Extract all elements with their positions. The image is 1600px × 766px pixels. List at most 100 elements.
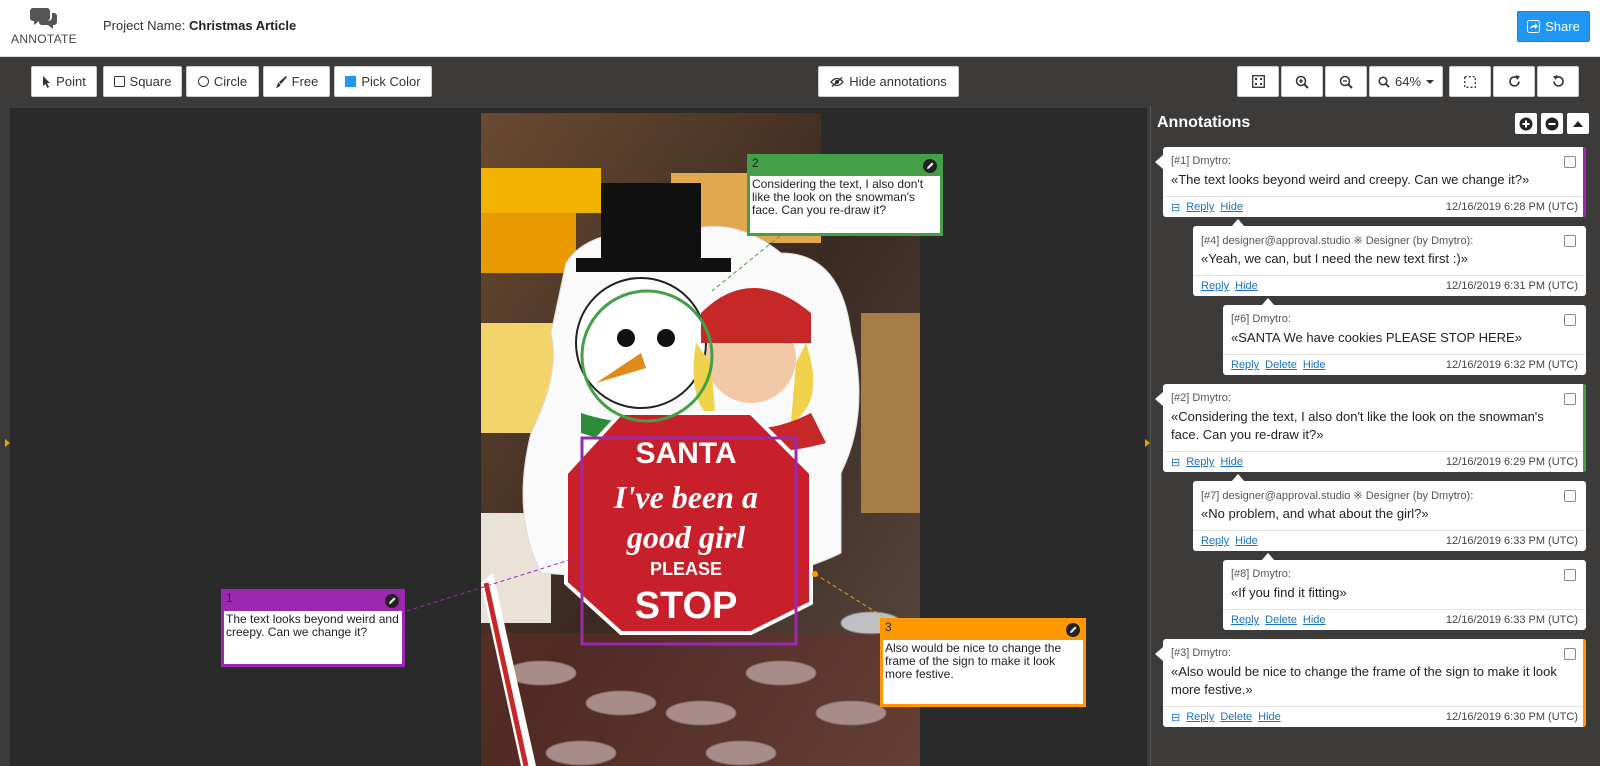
annotation-point-3[interactable] xyxy=(812,571,818,577)
hide-link[interactable]: Hide xyxy=(1220,201,1243,214)
reply-link[interactable]: Reply xyxy=(1231,359,1259,371)
reply-link[interactable]: Reply xyxy=(1186,201,1214,214)
pointer-icon xyxy=(43,75,51,88)
comment-card[interactable]: [#8] Dmytro: «If you find it fitting» Re… xyxy=(1223,553,1586,630)
reply-link[interactable]: Reply xyxy=(1201,280,1229,292)
edit-pencil-icon[interactable] xyxy=(385,594,399,608)
comment-time: 12/16/2019 6:32 PM (UTC) xyxy=(1445,359,1578,371)
pick-color-button[interactable]: Pick Color xyxy=(334,66,432,97)
project-title: Christmas Article xyxy=(189,18,297,33)
point-label: Point xyxy=(56,74,86,89)
comment-footer: ⊟ Reply Delete Hide 12/16/2019 6:30 PM (… xyxy=(1163,706,1586,727)
logo-text: ANNOTATE xyxy=(11,32,77,46)
share-label: Share xyxy=(1545,19,1580,34)
expand-all-button[interactable] xyxy=(1515,113,1537,134)
comment-card[interactable]: [#4] designer@approval.studio ※ Designer… xyxy=(1193,219,1586,296)
comment-meta: [#8] Dmytro: xyxy=(1231,568,1291,580)
circle-label: Circle xyxy=(213,74,248,89)
note-number: 3 xyxy=(885,620,892,634)
rotate-left-icon xyxy=(1552,75,1564,87)
comment-checkbox[interactable] xyxy=(1564,569,1576,581)
reply-link[interactable]: Reply xyxy=(1201,535,1229,547)
comment-checkbox[interactable] xyxy=(1564,235,1576,247)
comment-footer: Reply Hide 12/16/2019 6:33 PM (UTC) xyxy=(1193,530,1586,551)
comment-checkbox[interactable] xyxy=(1564,490,1576,502)
canvas-note-2[interactable]: 2 Considering the text, I also don't lik… xyxy=(747,154,943,236)
brush-icon xyxy=(275,75,287,88)
fit-to-screen-button[interactable] xyxy=(1237,66,1279,97)
pick-color-label: Pick Color xyxy=(361,74,421,89)
annotations-title: Annotations xyxy=(1157,114,1251,131)
delete-link[interactable]: Delete xyxy=(1265,614,1297,626)
edit-pencil-icon[interactable] xyxy=(923,159,937,173)
collapse-thread-icon[interactable]: ⊟ xyxy=(1171,711,1180,724)
collapse-thread-icon[interactable]: ⊟ xyxy=(1171,456,1180,469)
comment-checkbox[interactable] xyxy=(1564,648,1576,660)
comment-card[interactable]: [#1] Dmytro: «The text looks beyond weir… xyxy=(1155,147,1586,217)
hide-link[interactable]: Hide xyxy=(1303,614,1326,626)
toolbar: Point Square Circle Free Pick Color Hide… xyxy=(0,57,1600,106)
comment-checkbox[interactable] xyxy=(1564,314,1576,326)
comment-card[interactable]: [#7] designer@approval.studio ※ Designer… xyxy=(1193,474,1586,551)
hide-link[interactable]: Hide xyxy=(1235,535,1258,547)
comment-meta: [#3] Dmytro: xyxy=(1171,647,1231,659)
plus-circle-icon xyxy=(1519,117,1533,130)
comment-checkbox[interactable] xyxy=(1564,156,1576,168)
comment-time: 12/16/2019 6:31 PM (UTC) xyxy=(1445,280,1578,292)
hide-annotations-button[interactable]: Hide annotations xyxy=(818,66,959,97)
free-tool-button[interactable]: Free xyxy=(263,66,330,97)
caret-down-icon xyxy=(1426,79,1435,84)
comment-footer: ⊟ Reply Hide 12/16/2019 6:29 PM (UTC) xyxy=(1163,451,1586,472)
reply-link[interactable]: Reply xyxy=(1186,456,1214,469)
zoom-level-value: 64% xyxy=(1394,74,1422,89)
reply-link[interactable]: Reply xyxy=(1231,614,1259,626)
square-tool-button[interactable]: Square xyxy=(103,66,182,97)
comment-card[interactable]: [#6] Dmytro: «SANTA We have cookies PLEA… xyxy=(1223,298,1586,375)
square-icon xyxy=(113,76,125,87)
hide-link[interactable]: Hide xyxy=(1220,456,1243,469)
comment-meta: [#4] designer@approval.studio ※ Designer… xyxy=(1201,235,1474,247)
delete-link[interactable]: Delete xyxy=(1220,711,1252,724)
project-name: Project Name: Christmas Article xyxy=(103,18,296,33)
undo-button[interactable] xyxy=(1537,66,1579,97)
comment-footer: ⊟ Reply Hide 12/16/2019 6:28 PM (UTC) xyxy=(1163,196,1586,217)
comment-card[interactable]: [#3] Dmytro: «Also would be nice to chan… xyxy=(1155,639,1586,727)
comment-footer: Reply Hide 12/16/2019 6:31 PM (UTC) xyxy=(1193,275,1586,296)
canvas-note-1[interactable]: 1 The text looks beyond weird and creepy… xyxy=(221,589,405,667)
select-area-button[interactable] xyxy=(1449,66,1491,97)
redo-button[interactable] xyxy=(1493,66,1535,97)
share-button[interactable]: Share xyxy=(1517,11,1590,42)
dashed-square-icon xyxy=(1464,75,1476,88)
canvas-note-3[interactable]: 3 Also would be nice to change the frame… xyxy=(880,618,1086,707)
zoom-out-icon xyxy=(1339,75,1353,89)
comment-card[interactable]: [#2] Dmytro: «Considering the text, I al… xyxy=(1155,384,1586,472)
circle-icon xyxy=(197,76,209,87)
hide-link[interactable]: Hide xyxy=(1258,711,1281,724)
collapse-thread-icon[interactable]: ⊟ xyxy=(1171,201,1180,214)
delete-link[interactable]: Delete xyxy=(1265,359,1297,371)
comment-text: «If you find it fitting» xyxy=(1231,585,1347,600)
zoom-in-button[interactable] xyxy=(1281,66,1323,97)
annotation-square-1[interactable] xyxy=(580,436,798,646)
collapse-all-button[interactable] xyxy=(1541,113,1563,134)
circle-tool-button[interactable]: Circle xyxy=(186,66,259,97)
point-tool-button[interactable]: Point xyxy=(31,66,97,97)
reply-link[interactable]: Reply xyxy=(1186,711,1214,724)
edit-pencil-icon[interactable] xyxy=(1066,623,1080,637)
hide-link[interactable]: Hide xyxy=(1303,359,1326,371)
comment-time: 12/16/2019 6:33 PM (UTC) xyxy=(1445,614,1578,626)
zoom-level-dropdown[interactable]: 64% xyxy=(1369,66,1443,97)
app-logo[interactable]: ANNOTATE xyxy=(10,6,78,46)
annotation-circle-2[interactable] xyxy=(580,289,714,423)
caret-up-icon xyxy=(1573,120,1583,127)
comment-checkbox[interactable] xyxy=(1564,393,1576,405)
comment-text: «Also would be nice to change the frame … xyxy=(1171,664,1557,697)
zoom-out-button[interactable] xyxy=(1325,66,1367,97)
scroll-up-button[interactable] xyxy=(1567,113,1589,134)
color-indicator xyxy=(1583,384,1586,472)
note-text: The text looks beyond weird and creepy. … xyxy=(226,612,399,639)
note-text: Considering the text, I also don't like … xyxy=(752,177,924,217)
hide-link[interactable]: Hide xyxy=(1235,280,1258,292)
comment-meta: [#2] Dmytro: xyxy=(1171,392,1231,404)
comment-text: «Yeah, we can, but I need the new text f… xyxy=(1201,251,1468,266)
